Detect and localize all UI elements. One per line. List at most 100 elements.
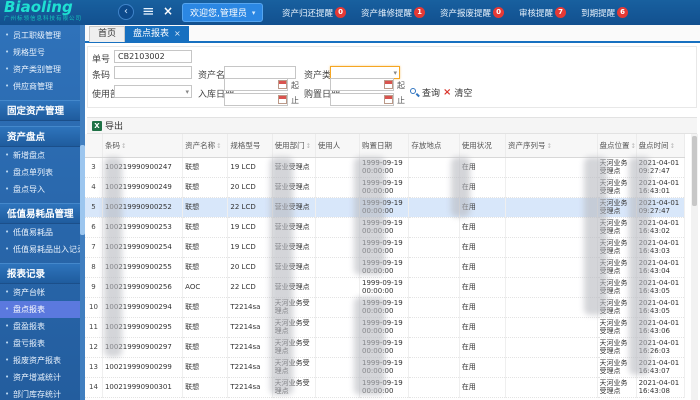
sidebar-item-报废资产报表[interactable]: 报废资产报表 (0, 352, 85, 369)
table-row[interactable]: 7 100219990900254 联想 19 LCD 营业受理点 1999-09-19 … (85, 237, 686, 258)
from-label: 起 (291, 81, 299, 90)
column-header: 存放地点 (408, 134, 460, 158)
table-row[interactable]: 11 100219990900295 联想 T2214sa 天河业务受理点 1999-09… (85, 317, 686, 338)
sidebar-item-低值易耗品出入记录[interactable]: 低值易耗品出入记录 (0, 241, 85, 258)
clear-x-icon: × (443, 87, 452, 98)
table-cell: T2214sa (227, 337, 273, 358)
sidebar-item-盘点单列表[interactable]: 盘点单列表 (0, 164, 85, 181)
close-icon[interactable]: × (163, 4, 173, 18)
search-button[interactable]: 查询 (410, 86, 440, 99)
hamburger-menu-icon[interactable]: ≡ (142, 2, 155, 20)
sidebar-item-资产增减统计[interactable]: 资产增减统计 (0, 369, 85, 386)
column-header[interactable]: 盘点时间↕ (636, 134, 686, 158)
sidebar-item-资产类别管理[interactable]: 资产类别管理 (0, 61, 85, 78)
sidebar-section-header[interactable]: 低值易耗品管理 (0, 203, 85, 224)
column-header[interactable]: 条码↕ (102, 134, 184, 158)
notification-item[interactable]: 资产归还提醒 0 (282, 7, 347, 19)
sidebar-item-供应商管理[interactable]: 供应商管理 (0, 78, 85, 95)
column-header[interactable]: 资产序列号↕ (505, 134, 598, 158)
grid-scrollbar[interactable] (691, 134, 698, 400)
table-cell: 2021-04-01 16:43:02 (636, 217, 686, 238)
table-cell: 在用 (459, 157, 506, 178)
notification-count-badge: 0 (493, 7, 505, 18)
calendar-icon[interactable] (384, 95, 393, 104)
sidebar-item-部门库存统计[interactable]: 部门库存统计 (0, 386, 85, 400)
clear-button[interactable]: × 清空 (443, 86, 472, 100)
barcode-input[interactable] (114, 66, 192, 79)
sidebar-item-资产台帐[interactable]: 资产台帐 (0, 284, 85, 301)
table-cell: 联想 (182, 177, 229, 198)
column-header[interactable]: 资产名称↕ (182, 134, 229, 158)
table-cell: 天河业务受理点 (597, 257, 637, 278)
sort-icon: ↕ (546, 141, 552, 150)
table-cell (505, 297, 598, 318)
table-row[interactable]: 12 100219990900297 联想 T2214sa 天河业务受理点 1999-09… (85, 337, 686, 358)
notification-item[interactable]: 资产报废提醒 0 (440, 7, 505, 19)
sidebar-section-header[interactable]: 报表记录 (0, 263, 85, 284)
table-cell: 在用 (459, 357, 506, 378)
chevron-down-icon: ▾ (251, 8, 256, 17)
column-header[interactable]: 使用部门↕ (272, 134, 316, 158)
table-cell: 100219990900253 (102, 217, 184, 238)
sidebar-item-低值易耗品[interactable]: 低值易耗品 (0, 224, 85, 241)
table-cell: 天河业务受理点 (272, 357, 316, 378)
table-row[interactable]: 13 100219990900299 联想 T2214sa 天河业务受理点 1999-09… (85, 357, 686, 378)
calendar-icon[interactable] (278, 95, 287, 104)
sidebar-item-员工职级管理[interactable]: 员工职级管理 (0, 27, 85, 44)
order-no-label: 单号 (92, 55, 111, 65)
use-dept-select[interactable]: ▾ (114, 85, 192, 98)
export-button[interactable]: X 导出 (92, 119, 123, 132)
table-row[interactable]: 6 100219990900253 联想 19 LCD 营业受理点 1999-09-19 … (85, 217, 686, 238)
table-row[interactable]: 14 100219990900301 联想 T2214sa 天河业务受理点 1999-09… (85, 377, 686, 398)
to-label: 止 (397, 96, 405, 105)
table-cell (408, 217, 460, 238)
scrollbar-thumb[interactable] (692, 136, 697, 206)
table-cell: 19 LCD (227, 157, 273, 178)
table-cell: 天河业务受理点 (597, 297, 637, 318)
table-cell: 营业受理点 (272, 157, 316, 178)
table-cell: 在用 (459, 297, 506, 318)
column-header[interactable]: 盘点位置↕ (597, 134, 637, 158)
table-row[interactable]: 9 100219990900256 AOC 22 LCD 营业受理点 1999-09-19… (85, 277, 686, 298)
tab-close-icon[interactable]: × (174, 29, 181, 38)
scrollbar-thumb[interactable] (80, 145, 85, 235)
calendar-icon[interactable] (278, 80, 287, 89)
table-cell: 1999-09-19 00:00:00 (359, 197, 410, 218)
user-welcome-dropdown[interactable]: 欢迎您,管理员 ▾ (182, 3, 264, 22)
table-cell: 19 LCD (227, 217, 273, 238)
tab-home[interactable]: 首页 (89, 26, 126, 42)
table-cell (505, 337, 598, 358)
table-cell: 4 (85, 177, 103, 198)
sidebar-item-新增盘点[interactable]: 新增盘点 (0, 147, 85, 164)
sidebar-scrollbar[interactable] (80, 25, 85, 400)
table-cell: 14 (85, 377, 103, 398)
table-row[interactable]: 4 100219990900249 联想 20 LCD 营业受理点 1999-09-19 … (85, 177, 686, 198)
table-cell: 3 (85, 157, 103, 178)
notification-item[interactable]: 到期提醒 6 (581, 7, 629, 19)
table-row[interactable]: 3 100219990900247 联想 19 LCD 营业受理点 1999-09-19 … (85, 157, 686, 178)
sort-icon: ↕ (630, 141, 636, 150)
sidebar-item-盘亏报表[interactable]: 盘亏报表 (0, 335, 85, 352)
sidebar-item-盘点导入[interactable]: 盘点导入 (0, 181, 85, 198)
chevron-left-icon: ‹ (124, 6, 128, 17)
sidebar-section-header[interactable]: 资产盘点 (0, 126, 85, 147)
sort-icon: ↕ (216, 141, 222, 150)
table-cell: 天河业务受理点 (272, 377, 316, 398)
table-cell: 天河业务受理点 (597, 237, 637, 258)
sidebar-item-盘点报表[interactable]: 盘点报表 (0, 301, 85, 318)
table-row[interactable]: 5 100219990900252 联想 22 LCD 营业受理点 1999-09-19 … (85, 197, 686, 218)
notification-item[interactable]: 资产维修提醒 1 (361, 7, 426, 19)
sidebar-item-规格型号[interactable]: 规格型号 (0, 44, 85, 61)
calendar-icon[interactable] (384, 80, 393, 89)
order-no-input[interactable] (114, 50, 192, 63)
table-cell: 2021-04-01 09:27:47 (636, 197, 686, 218)
table-row[interactable]: 8 100219990900255 联想 20 LCD 营业受理点 1999-09-19 … (85, 257, 686, 278)
sidebar-section-header[interactable]: 固定资产管理 (0, 100, 85, 121)
tab-inventory-report[interactable]: 盘点报表 × (125, 26, 189, 42)
table-row[interactable]: 10 100219990900294 联想 T2214sa 天河业务受理点 1999-09… (85, 297, 686, 318)
sidebar-collapse-button[interactable]: ‹ (118, 4, 134, 20)
table-cell: 在用 (459, 217, 506, 238)
notification-item[interactable]: 审核提醒 7 (519, 7, 567, 19)
table-cell: 100219990900299 (102, 357, 184, 378)
sidebar-item-盘盈报表[interactable]: 盘盈报表 (0, 318, 85, 335)
